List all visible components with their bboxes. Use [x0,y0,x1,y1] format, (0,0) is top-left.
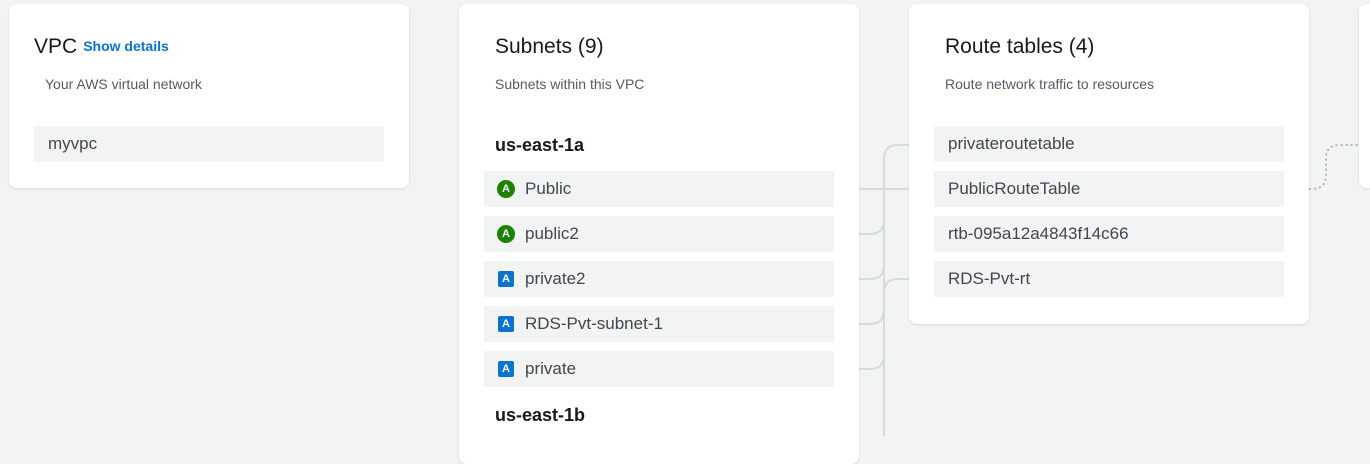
subnets-title: Subnets (9) [495,35,604,58]
route-table-row-rds-pvt-rt[interactable]: RDS-Pvt-rt [934,261,1284,297]
route-tables-subtitle: Route network traffic to resources [945,76,1155,92]
az-heading-us-east-1a: us-east-1a [495,135,585,155]
route-table-label: privateroutetable [948,134,1075,153]
route-tables-card: Route tables (4) Route network traffic t… [909,4,1309,324]
private-subnet-icon: A [498,361,514,377]
vpc-subtitle: Your AWS virtual network [45,76,202,92]
vpc-title: VPC [34,35,78,58]
network-connections-card-partial [1359,4,1370,188]
route-table-row-privateroutetable[interactable]: privateroutetable [934,126,1284,162]
route-table-label: rtb-095a12a4843f14c66 [948,224,1129,243]
vpc-row-myvpc[interactable]: myvpc [34,126,384,162]
private-subnet-icon: A [498,271,514,287]
subnet-row-private2[interactable]: A private2 [484,261,834,297]
route-table-row-rtb-095a12a4843f14c66[interactable]: rtb-095a12a4843f14c66 [934,216,1284,252]
subnet-label: RDS-Pvt-subnet-1 [525,314,663,333]
subnet-label: private2 [525,269,586,288]
route-tables-title: Route tables (4) [945,35,1095,58]
subnet-label: public2 [525,224,579,243]
az-heading-us-east-1b: us-east-1b [495,405,586,425]
subnets-card: Subnets (9) Subnets within this VPC us-e… [459,4,859,464]
public-subnet-icon: A [497,180,515,198]
subnet-row-public[interactable]: A Public [484,171,834,207]
route-table-label: RDS-Pvt-rt [948,269,1031,288]
private-subnet-icon: A [498,316,514,332]
subnet-label: private [525,359,577,378]
subnet-row-private[interactable]: A private [484,351,834,387]
vpc-card-title: VPC Show details [34,35,169,59]
show-details-link[interactable]: Show details [83,38,169,54]
vpc-card: VPC Show details Your AWS virtual network… [9,4,409,188]
subnets-subtitle: Subnets within this VPC [495,76,645,92]
subnet-label: Public [525,179,572,198]
route-table-label: PublicRouteTable [948,179,1081,198]
subnet-row-public2[interactable]: A public2 [484,216,834,252]
subnet-row-rds-pvt-subnet-1[interactable]: A RDS-Pvt-subnet-1 [484,306,834,342]
vpc-name: myvpc [48,134,98,153]
route-table-row-publicroutetable[interactable]: PublicRouteTable [934,171,1284,207]
public-subnet-icon: A [497,225,515,243]
